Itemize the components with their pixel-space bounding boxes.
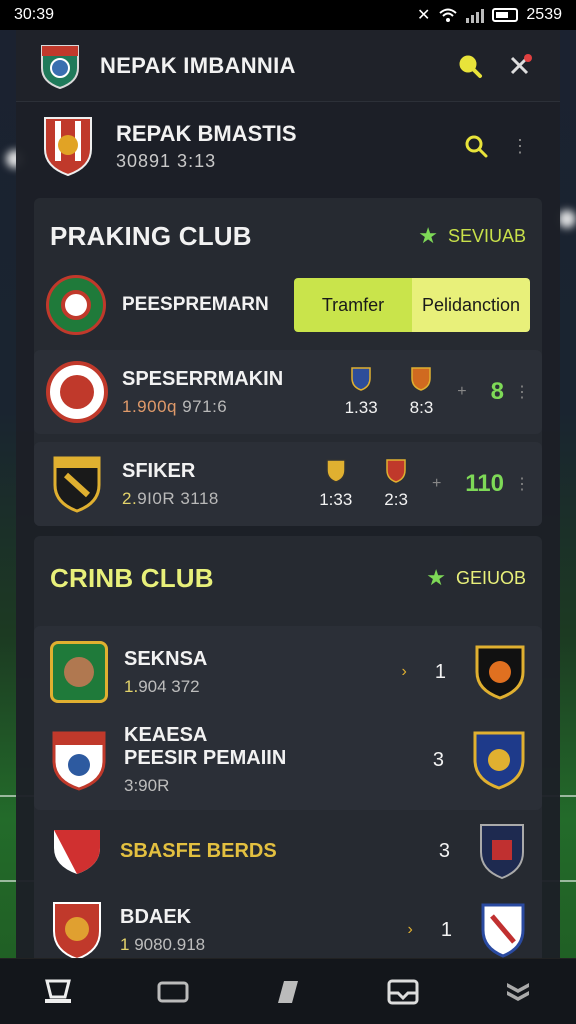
segmented-control: Tramfer Pelidanction: [294, 278, 530, 332]
stat-value: 1:33: [319, 490, 353, 509]
crinb-club-section: CRINB CLUB ★ GEIUOB SEKNSA 1.904 372 › 1: [34, 536, 542, 964]
wifi-icon: [439, 8, 458, 22]
club-crest: [50, 729, 108, 791]
club-name: PEESPREMARN: [122, 294, 269, 315]
club-crest: [50, 826, 104, 876]
item-meta: 904 372: [138, 676, 200, 696]
plus-icon: +: [431, 475, 442, 492]
profile-search-button[interactable]: [458, 128, 494, 164]
chevron-icon: ›: [407, 921, 413, 938]
section-link[interactable]: ★ SEVIUAB: [418, 223, 526, 249]
item-count: 1: [440, 918, 452, 941]
item-count: 1: [434, 660, 446, 683]
profile-sub: 30891 3:13: [116, 150, 217, 171]
player-name: SFIKER: [122, 459, 196, 482]
player-crest: [46, 455, 108, 513]
team-badge: [473, 731, 525, 790]
shield-icon: [326, 459, 346, 483]
item-name-secondary: PEESIR PEMAIIN: [124, 747, 287, 769]
list-item[interactable]: KEAESA PEESIR PEMAIIN 3:90R 3: [34, 714, 542, 806]
player-card[interactable]: SPESERRMAKIN 1.900q 971:6 1.33 8:3 + 8 ⋮: [34, 350, 542, 434]
nav-stats[interactable]: [263, 967, 313, 1017]
stat-value: 1.33: [344, 398, 378, 417]
stat-value: 2:3: [384, 490, 408, 509]
list-item[interactable]: SEKNSA 1.904 372 › 1: [34, 630, 542, 714]
team-badge: [475, 645, 525, 700]
grid-icon: [277, 980, 298, 1003]
profile-row[interactable]: REPAK BMASTIS 30891 3:13 ⋮: [16, 102, 560, 190]
more-icon[interactable]: ⋮: [514, 474, 530, 494]
item-name: SEKNSA: [124, 647, 208, 670]
trophy-icon: [44, 979, 71, 1003]
nav-rank[interactable]: [493, 967, 543, 1017]
item-name: SBASFE BERDS: [120, 839, 277, 862]
search-icon: [465, 135, 488, 158]
item-meta: 9080.918: [129, 934, 206, 954]
shield-icon: [351, 367, 371, 391]
star-icon: ★: [418, 223, 438, 248]
club-crest: [50, 899, 104, 961]
shield-icon: [411, 367, 432, 391]
shield-icon: [386, 459, 406, 483]
bottom-nav: [0, 958, 576, 1024]
page-title: NEPAK IMBANNIA: [100, 52, 296, 78]
list-item[interactable]: BDAEK 1 9080.918 › 1: [34, 892, 542, 964]
score-value: 8: [490, 378, 504, 405]
more-icon[interactable]: ⋮: [514, 382, 530, 402]
star-icon: ★: [426, 565, 446, 590]
rank-icon: [507, 982, 530, 1001]
plus-icon: +: [457, 383, 467, 400]
tools-button[interactable]: [502, 48, 538, 84]
section-link[interactable]: ★ GEIUOB: [426, 565, 526, 591]
team-badge: [480, 824, 524, 880]
mute-icon: ✕: [417, 7, 431, 24]
status-bar: 30:39 ✕ 2539: [0, 0, 576, 30]
item-name: KEAESA: [124, 724, 208, 746]
search-icon: [459, 55, 482, 78]
section-title: CRINB CLUB: [50, 562, 214, 593]
club-logo: [38, 42, 82, 90]
nav-cards[interactable]: [148, 967, 198, 1017]
transfer-tab[interactable]: Tramfer: [294, 278, 412, 332]
item-count: 3: [432, 748, 444, 771]
player-crest: [46, 361, 108, 423]
stadium-light: [558, 210, 576, 228]
team-badge: [481, 903, 525, 958]
chevron-icon: ›: [401, 663, 407, 680]
tools-icon: [510, 53, 532, 74]
club-crest: [46, 275, 106, 335]
nav-inbox[interactable]: [378, 967, 428, 1017]
battery-icon: [492, 8, 519, 22]
player-value: 1.900q: [122, 396, 177, 416]
battery-text: 2539: [526, 6, 562, 23]
pelidanction-tab[interactable]: Pelidanction: [412, 278, 530, 332]
score-value: 110: [465, 470, 504, 497]
player-meta: 971:6: [177, 396, 228, 416]
player-card[interactable]: SFIKER 2.9I0R 3118 1:33 2:3 + 110 ⋮: [34, 442, 542, 526]
list-item[interactable]: SBASFE BERDS 3: [34, 810, 542, 892]
search-button[interactable]: [452, 48, 488, 84]
profile-name: REPAK BMASTIS: [116, 120, 297, 146]
club-row-top: PEESPREMARN Tramfer Pelidanction: [34, 274, 542, 344]
player-meta: 9I0R 3118: [137, 488, 219, 508]
section-title: PRAKING CLUB: [50, 220, 252, 251]
item-count: 3: [438, 839, 450, 862]
app-panel: NEPAK IMBANNIA REPAK BMASTIS 30891 3:13 …: [16, 30, 560, 964]
item-meta: 3:90R: [124, 776, 170, 795]
profile-more-button[interactable]: ⋮: [502, 128, 538, 164]
profile-crest: [42, 115, 94, 177]
player-name: SPESERRMAKIN: [122, 367, 284, 390]
praking-club-section: PRAKING CLUB ★ SEVIUAB PEESPREMARN Tramf…: [34, 198, 542, 526]
item-name: BDAEK: [120, 905, 192, 928]
card-icon: [157, 981, 189, 1002]
more-icon: ⋮: [511, 135, 529, 156]
app-header: NEPAK IMBANNIA: [16, 30, 560, 102]
nav-home[interactable]: [33, 967, 83, 1017]
stat-value: 8:3: [409, 398, 434, 417]
status-time: 30:39: [14, 6, 55, 23]
player-value: 2.: [122, 488, 138, 508]
inbox-icon: [387, 979, 419, 1004]
signal-icon: [466, 7, 485, 23]
club-crest: [50, 641, 108, 703]
